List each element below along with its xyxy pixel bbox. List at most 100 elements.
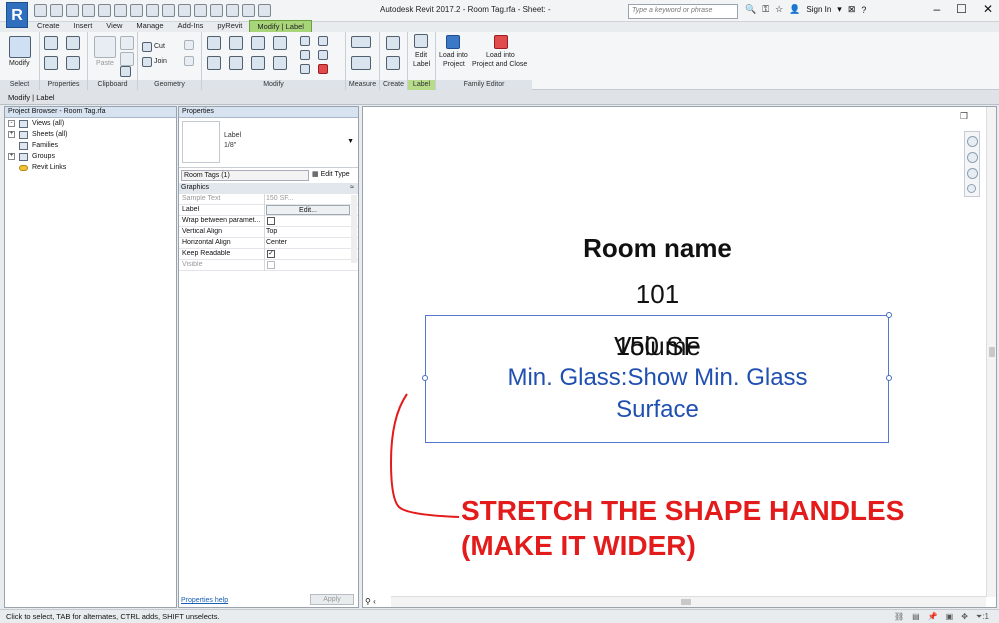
load-and-close-text-1[interactable]: Load into	[486, 52, 515, 59]
property-row-wrap[interactable]: Wrap between paramet...	[179, 216, 358, 227]
rotate-icon[interactable]	[251, 56, 265, 70]
load-into-project-text-1[interactable]: Load into	[439, 52, 468, 59]
join-geometry-label[interactable]: Join	[154, 58, 167, 65]
horizontal-scroll-thumb[interactable]	[681, 599, 691, 605]
join-geometry-icon[interactable]	[142, 57, 152, 67]
zoom-icon[interactable]	[967, 168, 978, 179]
maximize-icon[interactable]: ☐	[956, 2, 967, 16]
array-icon[interactable]	[300, 50, 310, 60]
close-hidden-icon[interactable]	[226, 4, 239, 17]
property-row-keep-readable[interactable]: Keep Readable ✓	[179, 249, 358, 260]
label-edit-button[interactable]: Edit...	[266, 205, 350, 215]
match-properties-icon[interactable]	[120, 66, 131, 77]
sync-icon[interactable]	[66, 4, 79, 17]
collapse-icon[interactable]: ≈	[350, 184, 354, 191]
mirror-axis-icon[interactable]	[251, 36, 265, 50]
select-links-icon[interactable]: ⛓	[894, 612, 904, 622]
properties-icon[interactable]	[44, 56, 58, 70]
load-and-close-icon[interactable]	[494, 35, 508, 49]
tree-item-views[interactable]: - Views (all)	[5, 118, 176, 129]
tab-manage[interactable]: Manage	[129, 20, 170, 32]
zoom-dropdown-icon[interactable]	[967, 184, 976, 193]
keep-readable-checkbox[interactable]: ✓	[267, 250, 275, 258]
type-properties-icon[interactable]	[44, 36, 58, 50]
unjoin-icon[interactable]	[184, 56, 194, 66]
wheel-dropdown-icon[interactable]	[967, 152, 978, 163]
trim-extend-icon[interactable]	[273, 56, 287, 70]
vertical-scrollbar[interactable]	[986, 107, 996, 597]
property-row-vertical-align[interactable]: Vertical Align Top	[179, 227, 358, 238]
restore-view-icon[interactable]: ❐	[960, 111, 968, 122]
edit-label-text-2[interactable]: Label	[413, 61, 430, 68]
instance-filter-dropdown[interactable]: Room Tags (1)	[181, 170, 309, 181]
close-icon[interactable]: ✕	[983, 2, 993, 16]
properties-scrollbar[interactable]	[351, 195, 357, 263]
select-panel-label[interactable]: Select	[0, 80, 39, 90]
3d-view-icon[interactable]	[178, 4, 191, 17]
drag-elements-icon[interactable]: ✥	[961, 612, 968, 622]
help-icon[interactable]: ?	[861, 5, 866, 15]
user-icon[interactable]: 👤	[789, 4, 800, 15]
mirror-draw-icon[interactable]	[273, 36, 287, 50]
property-row-sample-text[interactable]: Sample Text 150 SF...	[179, 194, 358, 205]
vertical-scroll-thumb[interactable]	[989, 347, 995, 357]
filter-icon[interactable]: ⏷:1	[976, 612, 989, 622]
sign-in-link[interactable]: Sign In	[806, 5, 831, 14]
cut-scissors-icon[interactable]	[120, 36, 134, 50]
scale-icon[interactable]	[300, 64, 310, 74]
redo-icon[interactable]	[98, 4, 111, 17]
unpin-icon[interactable]	[318, 50, 328, 60]
customize-qat-icon[interactable]	[258, 4, 271, 17]
search-icon[interactable]: 🔍	[745, 4, 756, 15]
tab-insert[interactable]: Insert	[67, 20, 100, 32]
measure-distance-icon[interactable]	[351, 36, 371, 48]
wrap-checkbox[interactable]	[267, 217, 275, 225]
measure-icon[interactable]	[130, 4, 143, 17]
align-icon[interactable]	[207, 36, 221, 50]
chevron-down-icon[interactable]: ▾	[837, 4, 842, 15]
switch-windows-icon[interactable]	[242, 4, 255, 17]
paste-icon[interactable]	[94, 36, 116, 58]
steering-wheel-icon[interactable]	[967, 136, 978, 147]
room-name-label[interactable]: Room name	[363, 233, 952, 264]
search-input[interactable]: Type a keyword or phrase	[628, 4, 738, 19]
tree-item-sheets[interactable]: + Sheets (all)	[5, 129, 176, 140]
uncut-icon[interactable]	[184, 40, 194, 50]
load-into-project-text-2[interactable]: Project	[443, 61, 465, 68]
rotate-handle[interactable]	[886, 312, 892, 318]
cut-geometry-icon[interactable]	[142, 42, 152, 52]
app-menu-button[interactable]: R	[6, 2, 28, 28]
horizontal-scrollbar[interactable]	[391, 596, 986, 607]
select-by-face-icon[interactable]: ▣	[946, 612, 954, 622]
property-row-label[interactable]: Label Edit...	[179, 205, 358, 216]
label-selection-box[interactable]	[422, 312, 892, 443]
chevron-down-icon[interactable]: ▼	[347, 138, 354, 145]
section-icon[interactable]	[194, 4, 207, 17]
favorites-icon[interactable]: ☆	[775, 4, 783, 15]
move-icon[interactable]	[207, 56, 221, 70]
visible-checkbox[interactable]	[267, 261, 275, 269]
tab-view[interactable]: View	[99, 20, 129, 32]
load-and-close-text-2[interactable]: Project and Close	[472, 61, 527, 68]
tree-item-revit-links[interactable]: Revit Links	[5, 162, 176, 173]
edit-type-button[interactable]: ▦ Edit Type	[312, 169, 350, 181]
save-icon[interactable]	[50, 4, 63, 17]
minimize-icon[interactable]: –	[933, 2, 940, 16]
thin-lines-icon[interactable]	[210, 4, 223, 17]
select-underlay-icon[interactable]: ▤	[912, 612, 920, 622]
family-category-icon[interactable]	[66, 56, 80, 70]
tab-pyrevit[interactable]: pyRevit	[210, 20, 249, 32]
property-row-horizontal-align[interactable]: Horizontal Align Center	[179, 238, 358, 249]
right-stretch-handle[interactable]	[886, 375, 892, 381]
subscription-icon[interactable]: ⚿	[762, 4, 769, 15]
type-selector[interactable]: Label 1/8" ▼	[179, 118, 358, 168]
text-icon[interactable]	[162, 4, 175, 17]
tab-create[interactable]: Create	[30, 20, 67, 32]
tree-expander[interactable]: +	[8, 153, 15, 160]
tree-item-groups[interactable]: + Groups	[5, 151, 176, 162]
property-value[interactable]: Top	[266, 228, 350, 235]
view-control-icons[interactable]: ⚲ ‹	[365, 597, 376, 606]
edit-label-text-1[interactable]: Edit	[415, 52, 427, 59]
load-into-project-icon[interactable]	[446, 35, 460, 49]
modify-cursor-icon[interactable]	[9, 36, 31, 58]
